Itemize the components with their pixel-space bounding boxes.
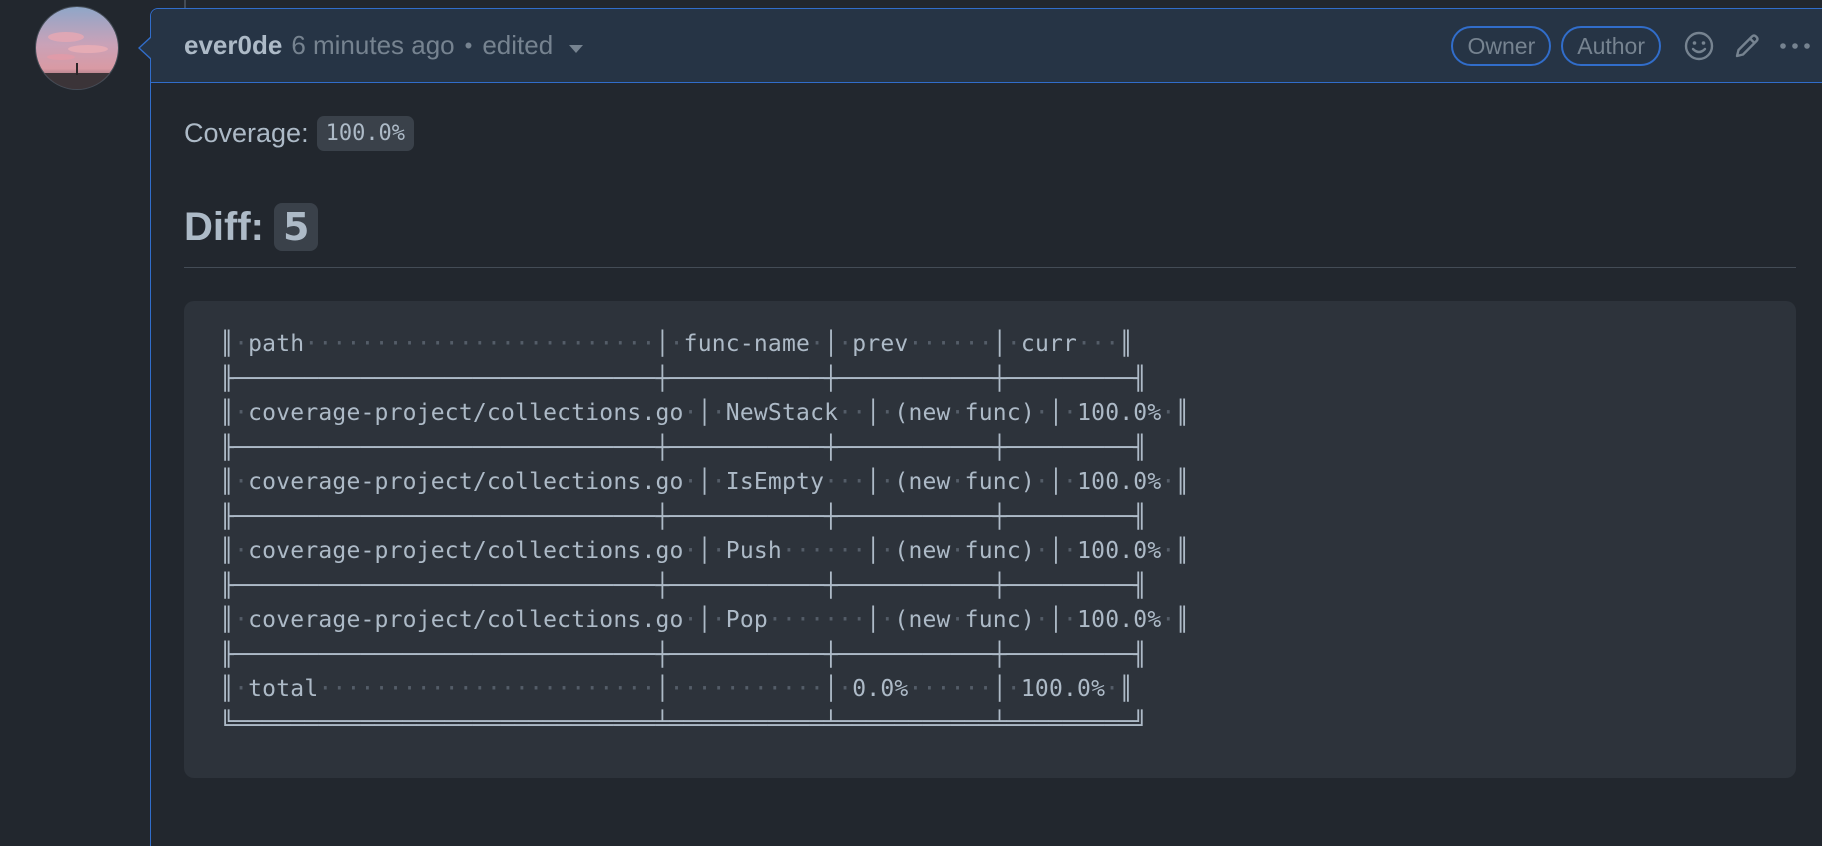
header-actions: Owner Author: [1451, 9, 1815, 83]
heading-divider: [184, 267, 1796, 268]
author-link[interactable]: ever0de: [184, 30, 282, 61]
coverage-table-text: ║·path·························│·func-na…: [220, 331, 1190, 737]
timestamp-link[interactable]: 6 minutes ago: [291, 30, 454, 61]
comment-body: Coverage: 100.0% Diff: 5 ║·path·········…: [151, 83, 1822, 778]
comment-arrow-fill: [140, 37, 152, 59]
diff-count: 5: [273, 203, 319, 251]
coverage-value: 100.0%: [316, 115, 415, 151]
smiley-icon[interactable]: [1679, 26, 1719, 66]
coverage-table-code-block: ║·path·························│·func-na…: [184, 301, 1796, 778]
diff-label: Diff:: [184, 204, 264, 249]
edited-dropdown[interactable]: edited: [482, 30, 584, 61]
comment-page: ever0de 6 minutes ago • edited Owner Aut…: [0, 0, 1822, 846]
owner-badge: Owner: [1451, 26, 1552, 66]
coverage-line: Coverage: 100.0%: [184, 111, 1807, 155]
coverage-label: Coverage:: [184, 117, 309, 148]
kebab-horizontal-icon[interactable]: [1775, 26, 1815, 66]
avatar[interactable]: [36, 7, 118, 89]
comment-card: ever0de 6 minutes ago • edited Owner Aut…: [150, 8, 1822, 846]
edited-label: edited: [482, 30, 554, 60]
pencil-icon[interactable]: [1727, 26, 1767, 66]
timeline-line: [184, 0, 186, 8]
triangle-down-icon: [569, 44, 584, 53]
author-badge: Author: [1561, 26, 1661, 66]
comment-header: ever0de 6 minutes ago • edited Owner Aut…: [151, 9, 1822, 83]
diff-heading: Diff: 5: [184, 201, 1807, 253]
separator: •: [464, 32, 473, 58]
